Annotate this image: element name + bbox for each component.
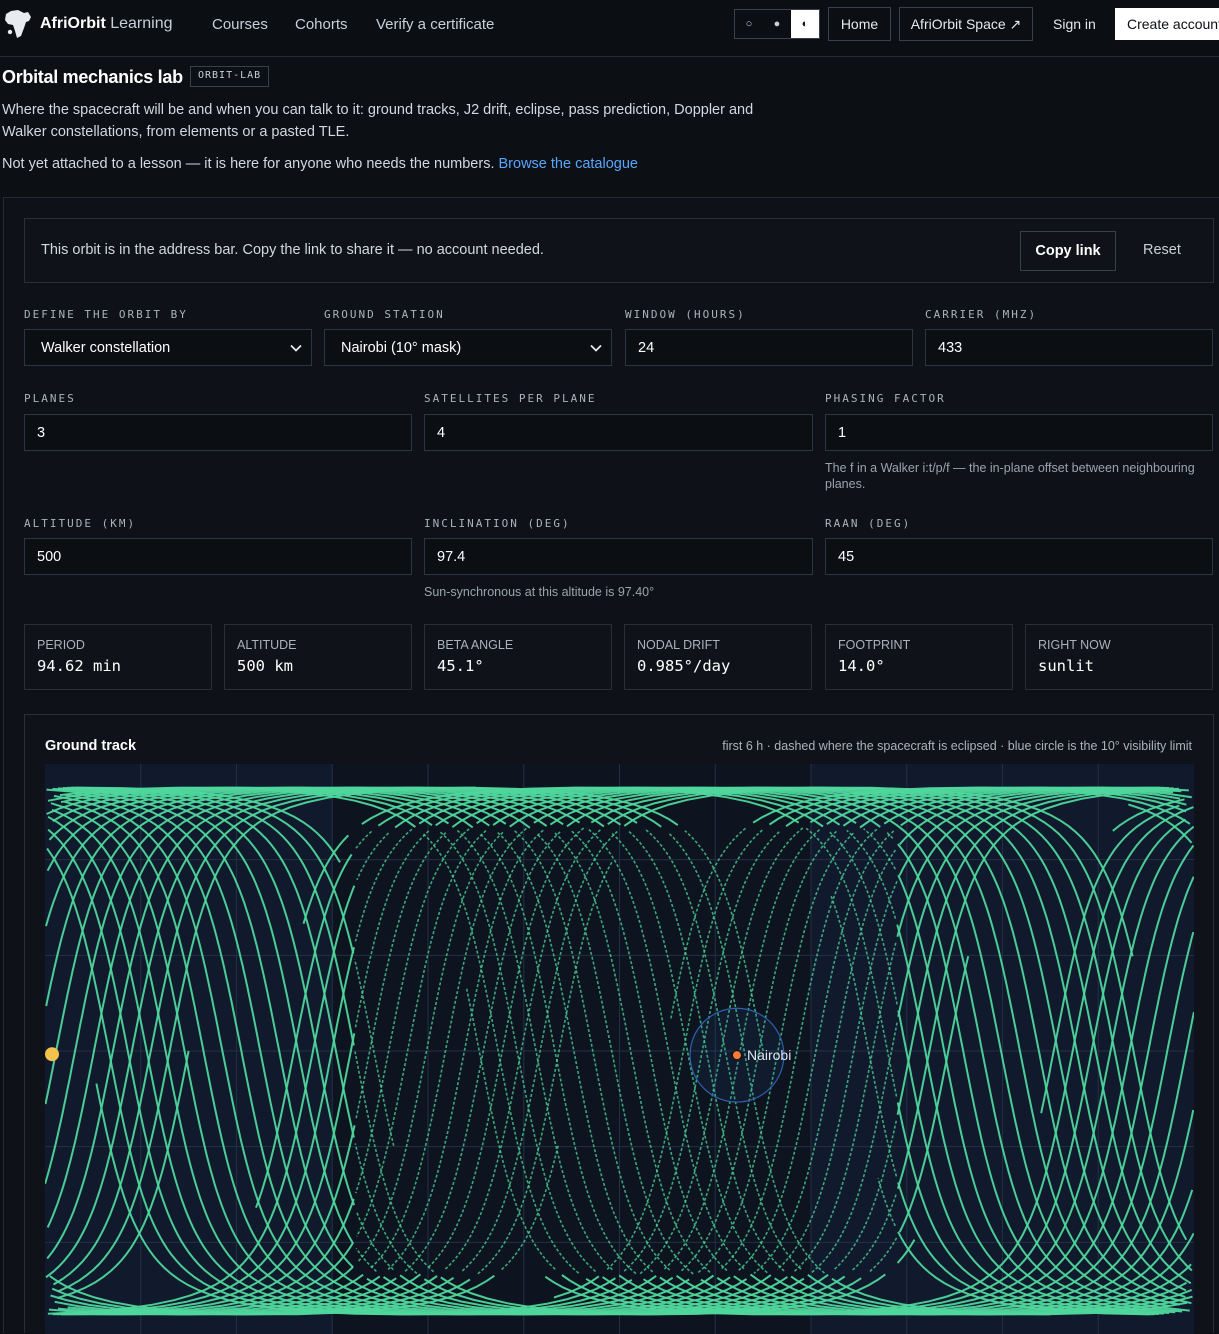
- ground-station-marker: [731, 1050, 742, 1061]
- define-by-select[interactable]: Walker constellation: [24, 329, 312, 366]
- ground-station-label: GROUND STATION: [324, 308, 445, 321]
- raan-input[interactable]: 45: [825, 538, 1213, 575]
- share-bar: This orbit is in the address bar. Copy t…: [24, 218, 1214, 283]
- nav-verify-certificate[interactable]: Verify a certificate: [376, 16, 494, 33]
- top-bar: AfriOrbit Learning Courses Cohorts Verif…: [0, 0, 1219, 57]
- altitude-input[interactable]: 500: [24, 538, 412, 575]
- stat-value: 0.985°/day: [637, 657, 731, 675]
- copy-link-button[interactable]: Copy link: [1020, 231, 1116, 271]
- afriorbit-space-button[interactable]: AfriOrbit Space ↗: [899, 7, 1033, 41]
- stat-altitude: ALTITUDE 500 km: [224, 624, 412, 690]
- altitude-label: ALTITUDE (KM): [24, 517, 137, 530]
- window-input[interactable]: 24: [625, 329, 913, 366]
- sign-in-link[interactable]: Sign in: [1053, 16, 1096, 32]
- raan-label: RAAN (DEG): [825, 517, 912, 530]
- window-label: WINDOW (HOURS): [625, 308, 746, 321]
- stat-nodal-drift: NODAL DRIFT 0.985°/day: [624, 624, 812, 690]
- stat-label: RIGHT NOW: [1038, 638, 1111, 652]
- inclination-hint: Sun-synchronous at this altitude is 97.4…: [424, 585, 655, 599]
- stat-value: 500 km: [237, 657, 293, 675]
- carrier-label: CARRIER (MHZ): [925, 308, 1038, 321]
- planes-label: PLANES: [24, 392, 76, 405]
- stat-right-now: RIGHT NOW sunlit: [1025, 624, 1213, 690]
- sats-per-plane-label: SATELLITES PER PLANE: [424, 392, 597, 405]
- phasing-label: PHASING FACTOR: [825, 392, 946, 405]
- stat-beta-angle: BETA ANGLE 45.1°: [424, 624, 612, 690]
- brand-bold: AfriOrbit: [40, 15, 106, 32]
- carrier-input[interactable]: 433: [925, 329, 1213, 366]
- stat-label: NODAL DRIFT: [637, 638, 720, 652]
- ground-station-value: Nairobi (10° mask): [341, 340, 462, 356]
- ground-station-label: Nairobi: [747, 1047, 791, 1063]
- chevron-down-icon: [590, 344, 602, 352]
- sun-icon: [45, 1047, 59, 1062]
- stat-label: PERIOD: [37, 638, 85, 652]
- nav-courses[interactable]: Courses: [212, 16, 268, 33]
- inclination-input[interactable]: 97.4: [424, 538, 813, 575]
- stat-value: 14.0°: [838, 657, 885, 675]
- inclination-label: INCLINATION (DEG): [424, 517, 571, 530]
- stat-label: FOOTPRINT: [838, 638, 911, 652]
- chevron-down-icon: [290, 344, 302, 352]
- create-account-button[interactable]: Create account: [1115, 8, 1219, 40]
- browse-catalogue-link[interactable]: Browse the catalogue: [499, 156, 638, 172]
- page-description: Where the spacecraft will be and when yo…: [2, 102, 754, 140]
- page-tag: ORBIT-LAB: [190, 66, 270, 87]
- define-by-label: DEFINE THE ORBIT BY: [24, 308, 188, 321]
- ground-station-select[interactable]: Nairobi (10° mask): [324, 329, 612, 366]
- share-text: This orbit is in the address bar. Copy t…: [41, 242, 544, 258]
- home-button[interactable]: Home: [828, 7, 891, 41]
- ground-track-title: Ground track: [45, 738, 137, 754]
- page-note: Not yet attached to a lesson — it is her…: [2, 156, 638, 172]
- stat-value: 45.1°: [437, 657, 484, 675]
- stat-value: 94.62 min: [37, 657, 121, 675]
- reset-button[interactable]: Reset: [1143, 242, 1181, 258]
- stat-label: BETA ANGLE: [437, 638, 514, 652]
- stat-value: sunlit: [1038, 657, 1094, 675]
- phasing-hint: The f in a Walker i:t/p/f — the in-plane…: [825, 461, 1195, 491]
- theme-dark-option[interactable]: ●: [763, 10, 791, 38]
- africa-logo-icon[interactable]: [2, 9, 34, 39]
- note-text: Not yet attached to a lesson — it is her…: [2, 156, 495, 172]
- planes-input[interactable]: 3: [24, 414, 412, 451]
- ground-track-map[interactable]: Nairobi: [45, 764, 1194, 1334]
- theme-light-option[interactable]: ○: [735, 10, 763, 38]
- define-by-value: Walker constellation: [41, 340, 171, 356]
- ground-track-card: Ground track first 6 h · dashed where th…: [24, 714, 1214, 1334]
- nav-cohorts[interactable]: Cohorts: [295, 16, 348, 33]
- ground-track-caption: first 6 h · dashed where the spacecraft …: [722, 739, 1192, 753]
- stat-period: PERIOD 94.62 min: [24, 624, 212, 690]
- page-title: Orbital mechanics lab: [2, 67, 183, 87]
- stat-footprint: FOOTPRINT 14.0°: [825, 624, 1013, 690]
- stat-label: ALTITUDE: [237, 638, 297, 652]
- phasing-input[interactable]: 1: [825, 414, 1213, 451]
- map-night-region: [45, 764, 333, 1334]
- theme-switcher: ○ ● ◐: [734, 9, 820, 39]
- brand-name[interactable]: AfriOrbit Learning: [40, 15, 173, 33]
- sats-per-plane-input[interactable]: 4: [424, 414, 813, 451]
- theme-auto-option[interactable]: ◐: [791, 10, 819, 38]
- brand-rest: Learning: [110, 15, 173, 32]
